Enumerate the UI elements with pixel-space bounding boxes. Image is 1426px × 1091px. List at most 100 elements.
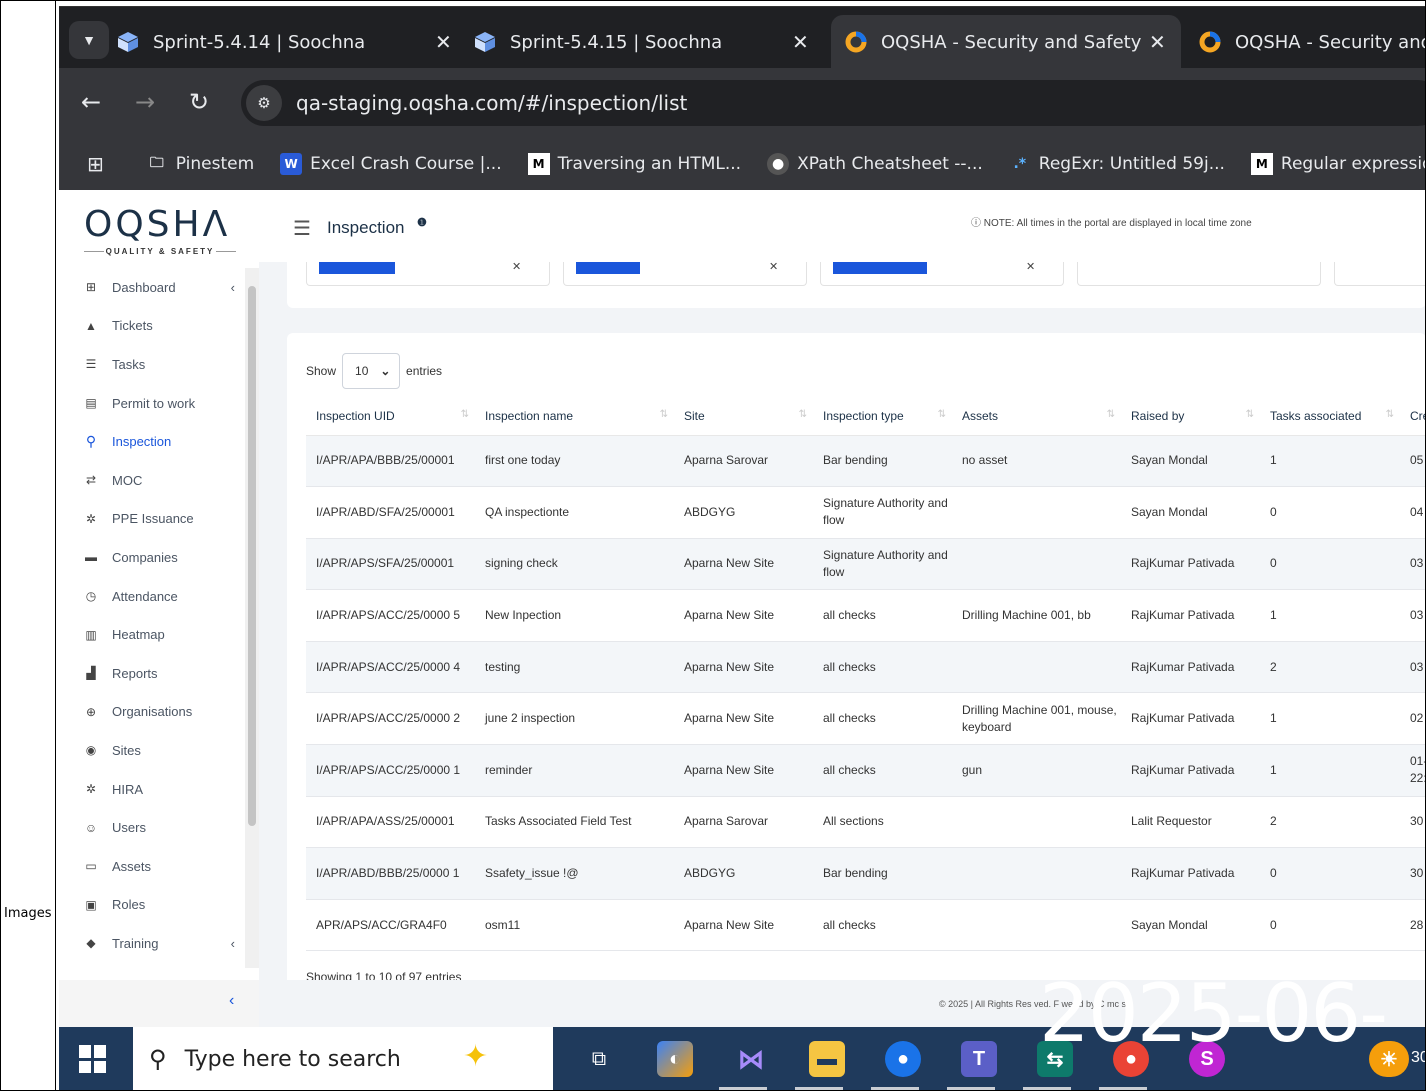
column-header[interactable]: Inspection name ⇅: [475, 397, 674, 436]
table-row[interactable]: APR/APS/ACC/GRA4F0 osm11 Aparna New Site al…: [306, 899, 1426, 952]
tab-sprint-5415[interactable]: Sprint-5.4.15 | Soochna ✕: [474, 15, 824, 69]
table-cell: Lalit Requestor: [1121, 796, 1260, 849]
menu-icon[interactable]: ☰: [293, 216, 311, 241]
teams-icon[interactable]: T: [961, 1041, 997, 1077]
table-cell: I/APR/APS/ACC/25/0000 2: [306, 692, 475, 746]
sidebar-item-users[interactable]: ☺ Users: [59, 808, 245, 847]
column-header[interactable]: Inspection UID ⇅: [306, 397, 475, 436]
sidebar-item-tasks[interactable]: ☰ Tasks: [59, 345, 245, 384]
page-size-select[interactable]: 10 ⌄: [342, 353, 401, 389]
sidebar-item-organisations[interactable]: ⊕ Organisations: [59, 693, 245, 732]
site-settings-icon[interactable]: ⚙: [246, 85, 282, 121]
column-header[interactable]: Assets ⇅: [952, 397, 1121, 436]
back-arrow-icon[interactable]: ←: [81, 88, 101, 116]
table-cell: 01- 22:: [1400, 744, 1426, 797]
github-icon: ●: [767, 153, 790, 175]
table-cell: ABDGYG: [674, 486, 813, 539]
sidebar-item-roles[interactable]: ▣ Roles: [59, 886, 245, 925]
clear-icon[interactable]: ✕: [1026, 260, 1035, 273]
table-cell: RajKumar Pativada: [1121, 847, 1260, 900]
info-icon[interactable]: ❶: [417, 216, 427, 229]
table-cell: 03 14:: [1400, 641, 1426, 694]
url-field[interactable]: ⚙ qa-staging.oqsha.com/#/inspection/list: [241, 80, 1426, 126]
filter-2[interactable]: ✕: [563, 260, 807, 286]
sidebar-item-permit[interactable]: ▤ Permit to work: [59, 384, 245, 423]
table-row[interactable]: I/APR/APA/BBB/25/00001 first one today Apa…: [306, 435, 1426, 488]
taskbar-search[interactable]: ⚲ Type here to search ✦: [133, 1027, 553, 1091]
file-explorer-icon[interactable]: ▬: [809, 1041, 845, 1077]
sidebar-item-moc[interactable]: ⇄ MOC: [59, 461, 245, 500]
sidebar-item-tickets[interactable]: ▲ Tickets: [59, 307, 245, 346]
bookmark-regex[interactable]: MRegular expression...: [1250, 153, 1426, 175]
bookmark-regexr[interactable]: .* RegExr: Untitled 59j...: [1009, 153, 1224, 175]
sidebar-item-ppe[interactable]: ✲ PPE Issuance: [59, 500, 245, 539]
table-row[interactable]: I/APR/ABD/BBB/25/0000 1 Ssafety_issue !@ A…: [306, 847, 1426, 900]
table-cell: APR/APS/ACC/GRA4F0: [306, 899, 475, 952]
column-header[interactable]: Site ⇅: [674, 397, 813, 436]
clear-icon[interactable]: ✕: [769, 260, 778, 273]
table-row[interactable]: I/APR/ABD/SFA/25/00001 QA inspectionte ABD…: [306, 486, 1426, 539]
sidebar-item-assets[interactable]: ▭ Assets: [59, 847, 245, 886]
task-view-icon[interactable]: ⧉: [581, 1041, 617, 1077]
sidebar-item-dashboard[interactable]: ⊞ Dashboard ‹: [59, 268, 245, 307]
windows-start-icon[interactable]: [79, 1045, 107, 1073]
scrollbar-thumb[interactable]: [248, 286, 256, 826]
tab-oqsha-active[interactable]: OQSHA - Security and Safety | F ✕: [831, 15, 1181, 69]
bookmark-excel[interactable]: W Excel Crash Course |...: [280, 153, 502, 175]
bookmark-pinestem[interactable]: 🗀 Pinestem: [146, 153, 254, 175]
sidebar-item-inspection[interactable]: ⚲ Inspection: [59, 422, 245, 461]
tab-search-button[interactable]: ▼: [69, 21, 109, 59]
sidebar-item-companies[interactable]: ▬ Companies: [59, 538, 245, 577]
table-row[interactable]: I/APR/APA/ASS/25/00001 Tasks Associated F…: [306, 796, 1426, 849]
sidebar-item-sites[interactable]: ◉ Sites: [59, 731, 245, 770]
sidebar-item-hira[interactable]: ✲ HIRA: [59, 770, 245, 809]
document-icon: ▤: [85, 396, 97, 411]
table-cell: Aparna New Site: [674, 692, 813, 746]
sidebar-item-training[interactable]: ◆ Training ‹: [59, 924, 245, 963]
search-icon: ⚲: [85, 433, 97, 450]
table-row[interactable]: I/APR/APS/SFA/25/00001 signing check Aparn…: [306, 538, 1426, 591]
close-tab-icon[interactable]: ✕: [435, 30, 452, 54]
collapse-sidebar-button[interactable]: ‹: [59, 980, 259, 1027]
table-cell: I/APR/APA/BBB/25/00001: [306, 435, 475, 488]
table-row[interactable]: I/APR/APS/ACC/25/0000 1 reminder Aparna Ne…: [306, 744, 1426, 797]
table-cell: all checks: [813, 692, 952, 746]
tab-sprint-5414[interactable]: Sprint-5.4.14 | Soochna ✕: [117, 15, 467, 69]
visual-studio-icon[interactable]: ⋈: [733, 1041, 769, 1077]
sidebar-item-reports[interactable]: ▟ Reports: [59, 654, 245, 693]
reload-icon[interactable]: ↻: [189, 88, 209, 116]
table-row[interactable]: I/APR/APS/ACC/25/0000 4 testing Aparna New…: [306, 641, 1426, 694]
column-header[interactable]: Tasks associated ⇅: [1260, 397, 1400, 436]
copilot-icon[interactable]: ◐: [657, 1041, 693, 1077]
table-header: Inspection UID ⇅ Inspection name ⇅ Site ⇅ Insp…: [306, 397, 1426, 436]
chrome-icon[interactable]: ●: [885, 1041, 921, 1077]
sidebar-scrollbar[interactable]: [245, 268, 259, 968]
filter-3[interactable]: ✕: [820, 260, 1064, 286]
close-tab-icon[interactable]: ✕: [1149, 30, 1166, 54]
search-icon: ⚲: [149, 1045, 167, 1073]
apps-grid-icon[interactable]: ⊞: [87, 152, 104, 176]
table-cell: 04 12:: [1400, 486, 1426, 539]
sidebar-item-attendance[interactable]: ◷ Attendance: [59, 577, 245, 616]
taskbar-indicator: [1023, 1087, 1071, 1091]
table-cell: Aparna New Site: [674, 589, 813, 642]
filter-1[interactable]: ✕: [306, 260, 550, 286]
column-header[interactable]: Raised by ⇅: [1121, 397, 1260, 436]
folder-icon: 🗀: [149, 155, 164, 171]
sort-icon: ⇅: [937, 409, 946, 420]
sidebar-item-heatmap[interactable]: ▥ Heatmap: [59, 615, 245, 654]
start-date-field[interactable]: [1077, 262, 1321, 286]
table-row[interactable]: I/APR/APS/ACC/25/0000 5 New Inpection Apar…: [306, 589, 1426, 642]
end-date-field[interactable]: [1334, 262, 1426, 286]
column-header[interactable]: Cre: [1400, 397, 1426, 436]
close-tab-icon[interactable]: ✕: [792, 30, 809, 54]
clear-icon[interactable]: ✕: [512, 260, 521, 273]
bookmark-xpath[interactable]: ● XPath Cheatsheet --...: [767, 153, 983, 175]
table-row[interactable]: I/APR/APS/ACC/25/0000 2 june 2 inspection…: [306, 692, 1426, 746]
table-cell: 1: [1260, 744, 1400, 797]
tab-oqsha[interactable]: OQSHA - Security and S: [1199, 15, 1426, 69]
column-header[interactable]: Inspection type ⇅: [813, 397, 952, 436]
grid-icon: ⊞: [85, 280, 97, 295]
bookmark-traversing[interactable]: M Traversing an HTML...: [527, 153, 741, 175]
forward-arrow-icon[interactable]: →: [135, 88, 155, 116]
